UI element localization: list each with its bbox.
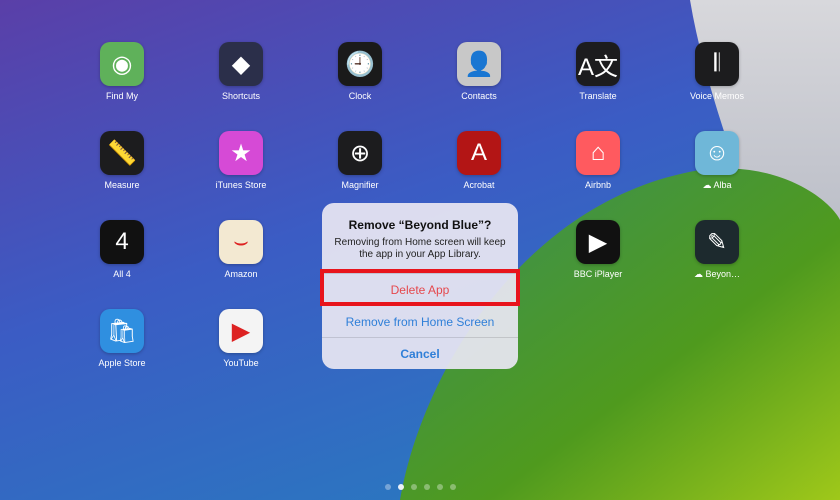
all4-icon: 4	[100, 220, 144, 264]
app-translate[interactable]: A文 Translate	[553, 42, 643, 101]
app-label: Contacts	[434, 91, 524, 101]
bbc-iplayer-icon: ▶	[576, 220, 620, 264]
app-label: Apple Store	[77, 358, 167, 368]
app-label: Measure	[77, 180, 167, 190]
app-clock[interactable]: 🕘 Clock	[315, 42, 405, 101]
app-label-text: All 4	[113, 269, 131, 279]
app-voice-memos[interactable]: 𝄃 Voice Memos	[672, 42, 762, 101]
app-label: ☁ Alba	[672, 180, 762, 191]
page-dot[interactable]	[450, 484, 456, 490]
clock-icon: 🕘	[338, 42, 382, 86]
translate-icon: A文	[576, 42, 620, 86]
app-label: Translate	[553, 91, 643, 101]
app-label: YouTube	[196, 358, 286, 368]
dialog-message: Removing from Home screen will keep the …	[334, 237, 506, 260]
app-amazon[interactable]: ⌣ Amazon	[196, 220, 286, 279]
app-label: BBC iPlayer	[553, 269, 643, 279]
alba-icon: ☺	[695, 131, 739, 175]
app-label-text: YouTube	[223, 358, 259, 368]
measure-icon: 📏	[100, 131, 144, 175]
highlight-box	[320, 269, 520, 306]
app-label-text: Clock	[348, 91, 372, 101]
remove-from-home-screen-button[interactable]: Remove from Home Screen	[322, 305, 518, 337]
itunes-store-icon: ★	[219, 131, 263, 175]
app-apple-store[interactable]: 🛍 Apple Store	[77, 309, 167, 368]
cancel-button[interactable]: Cancel	[322, 337, 518, 369]
shortcuts-icon: ◆	[219, 42, 263, 86]
page-dot[interactable]	[411, 484, 417, 490]
apple-store-icon: 🛍	[100, 309, 144, 353]
app-label-text: Apple Store	[98, 358, 146, 368]
app-bbc-iplayer[interactable]: ▶ BBC iPlayer	[553, 220, 643, 279]
page-dot[interactable]	[385, 484, 391, 490]
app-beyon[interactable]: ✎ ☁ Beyon…	[672, 220, 762, 280]
app-itunes-store[interactable]: ★ iTunes Store	[196, 131, 286, 190]
app-label: All 4	[77, 269, 167, 279]
app-label-text: Amazon	[224, 269, 258, 279]
airbnb-icon: ⌂	[576, 131, 620, 175]
app-label-text: Beyon…	[705, 269, 741, 279]
app-label-text: Measure	[104, 180, 140, 190]
app-label: Magnifier	[315, 180, 405, 190]
app-all-4[interactable]: 4 All 4	[77, 220, 167, 279]
dialog-title: Remove “Beyond Blue”?	[348, 218, 492, 232]
page-dot[interactable]	[398, 484, 404, 490]
app-label: Amazon	[196, 269, 286, 279]
amazon-icon: ⌣	[219, 220, 263, 264]
acrobat-icon: A	[457, 131, 501, 175]
app-label-text: Acrobat	[463, 180, 495, 190]
app-youtube[interactable]: ▶ YouTube	[196, 309, 286, 368]
app-airbnb[interactable]: ⌂ Airbnb	[553, 131, 643, 190]
app-acrobat[interactable]: A Acrobat	[434, 131, 524, 190]
app-label: Shortcuts	[196, 91, 286, 101]
app-alba[interactable]: ☺ ☁ Alba	[672, 131, 762, 191]
app-label-text: Airbnb	[584, 180, 611, 190]
app-label: Clock	[315, 91, 405, 101]
app-label: ☁ Beyon…	[672, 269, 762, 280]
app-label-text: Shortcuts	[221, 91, 261, 101]
icloud-download-icon: ☁	[693, 269, 706, 279]
voice-memos-icon: 𝄃	[695, 42, 739, 86]
contacts-icon: 👤	[457, 42, 501, 86]
app-contacts[interactable]: 👤 Contacts	[434, 42, 524, 101]
app-label: Acrobat	[434, 180, 524, 190]
app-shortcuts[interactable]: ◆ Shortcuts	[196, 42, 286, 101]
app-find-my[interactable]: ◉ Find My	[77, 42, 167, 101]
youtube-icon: ▶	[219, 309, 263, 353]
magnifier-icon: ⊕	[338, 131, 382, 175]
app-label-text: Contacts	[461, 91, 497, 101]
app-label: Find My	[77, 91, 167, 101]
icloud-download-icon: ☁	[702, 180, 714, 190]
app-magnifier[interactable]: ⊕ Magnifier	[315, 131, 405, 190]
app-label-text: Magnifier	[341, 180, 379, 190]
app-label: Voice Memos	[672, 91, 762, 101]
app-label-text: Voice Memos	[689, 91, 745, 101]
app-label-text: BBC iPlayer	[573, 269, 623, 279]
app-label-text: Translate	[579, 91, 617, 101]
app-measure[interactable]: 📏 Measure	[77, 131, 167, 190]
app-label-text: Alba	[713, 180, 732, 190]
beyond-blue-icon: ✎	[695, 220, 739, 264]
app-label-text: iTunes Store	[215, 180, 267, 190]
app-label: iTunes Store	[196, 180, 286, 190]
page-dot[interactable]	[437, 484, 443, 490]
find-my-icon: ◉	[100, 42, 144, 86]
app-label-text: Find My	[105, 91, 138, 101]
app-label: Airbnb	[553, 180, 643, 190]
page-dot[interactable]	[424, 484, 430, 490]
page-indicator[interactable]	[385, 484, 456, 490]
